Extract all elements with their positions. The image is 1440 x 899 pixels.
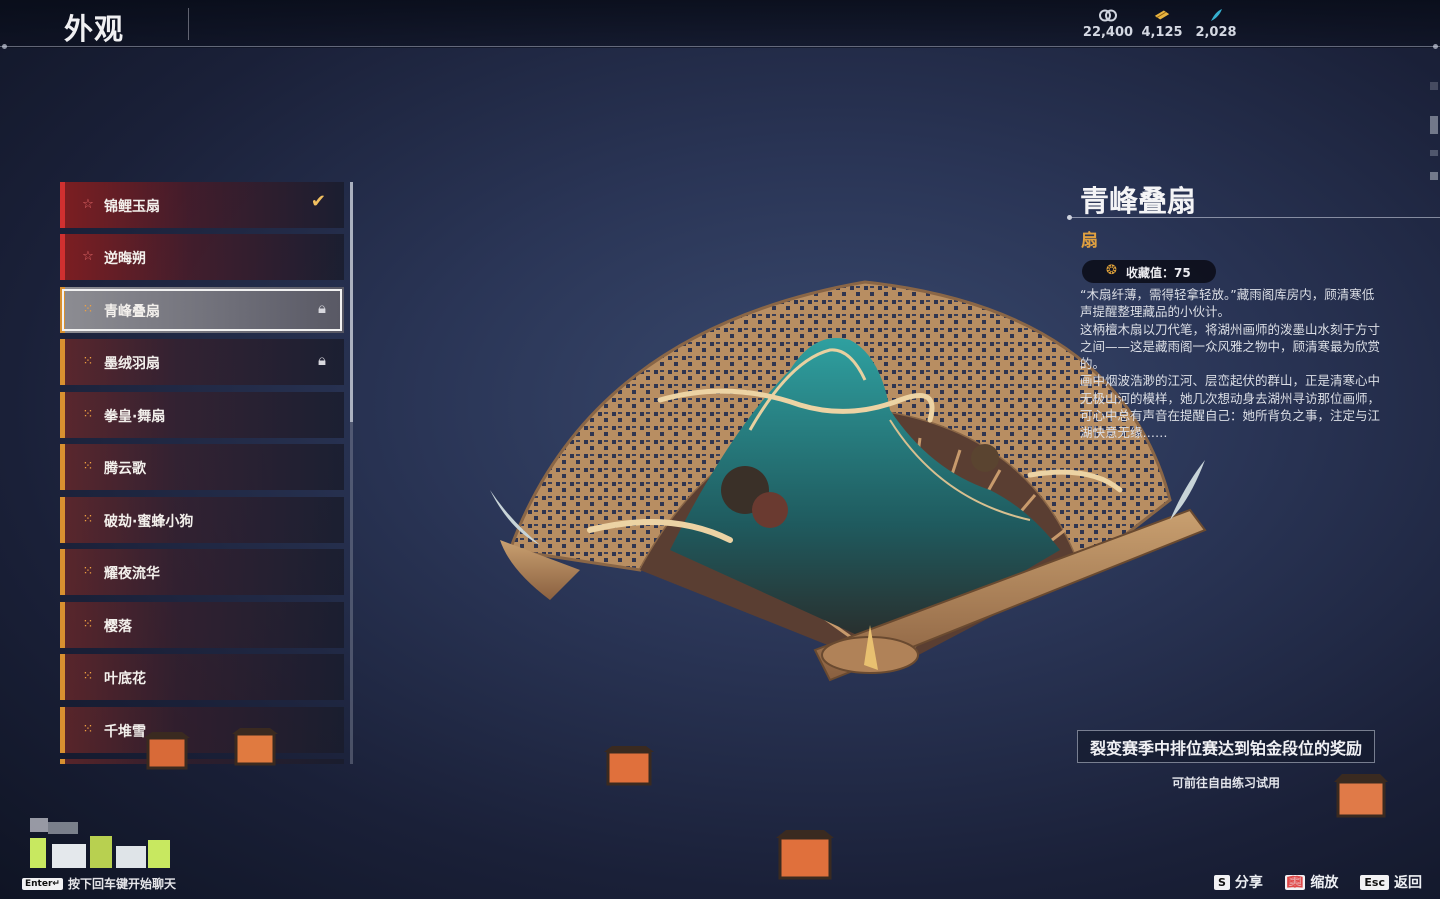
item-label: 耀夜流华 bbox=[104, 566, 160, 582]
lantern-icon bbox=[144, 732, 190, 770]
currency-value: 4,125 bbox=[1141, 25, 1183, 40]
lantern-icon bbox=[232, 728, 278, 766]
trial-hint: 可前往自由练习试用 bbox=[1171, 776, 1280, 790]
rarity-icon: ⁙ bbox=[82, 563, 94, 579]
rarity-icon: ⁙ bbox=[82, 301, 94, 317]
side-marker bbox=[1430, 172, 1438, 180]
key-s: S bbox=[1213, 874, 1230, 890]
title-divider bbox=[188, 8, 189, 40]
chat-hint-text: 按下回车键开始聊天 bbox=[67, 877, 176, 891]
check-icon: ✔ bbox=[310, 191, 326, 212]
list-item[interactable]: ⁙ 耀夜流华 bbox=[60, 549, 344, 595]
rarity-icon: ⁙ bbox=[82, 406, 94, 422]
item-label: 樱落 bbox=[104, 619, 132, 635]
scrollbar-thumb[interactable] bbox=[350, 182, 353, 422]
side-marker bbox=[1430, 150, 1438, 156]
coin-icon bbox=[1099, 8, 1117, 22]
star-icon: ☆ bbox=[82, 248, 94, 264]
rarity-icon: ⁙ bbox=[82, 353, 94, 369]
enter-key: Enter↵ bbox=[22, 877, 63, 890]
lock-icon: 🔒︎ bbox=[318, 299, 326, 317]
collection-value-badge: ❂ 收藏值：75 bbox=[1082, 260, 1216, 283]
star-icon: ☆ bbox=[82, 196, 94, 212]
back-button[interactable]: Esc 返回 bbox=[1360, 872, 1422, 892]
item-label: 锦鲤玉扇 bbox=[104, 199, 160, 215]
name-divider bbox=[1067, 215, 1440, 220]
lantern-icon bbox=[604, 746, 654, 786]
list-scrollbar[interactable] bbox=[350, 182, 353, 764]
list-item[interactable]: ⁙ 樱落 bbox=[60, 602, 344, 648]
list-item-selected[interactable]: ⁙ 青峰叠扇 🔒︎ bbox=[60, 287, 344, 333]
item-name: 青峰叠扇 bbox=[1080, 184, 1197, 218]
feather-icon bbox=[1207, 8, 1225, 22]
appearance-list: ☆ 锦鲤玉扇 ✔ ☆ 逆晦朔 ⁙ 青峰叠扇 🔒︎ ⁙ 墨绒羽扇 🔒︎ ⁙ 拳皇·… bbox=[60, 182, 346, 764]
list-item[interactable]: ⁙ 腾云歌 bbox=[60, 444, 344, 490]
description-paragraph: “木扇纤薄，需得轻拿轻放。”藏雨阁库房内，顾清寒低声提醒整理藏品的小伙计。 bbox=[1080, 287, 1375, 320]
action-bar: S 分享 📖︎ 缩放 Esc 返回 bbox=[1213, 872, 1422, 892]
list-item[interactable]: ⁙ 破劫·蜜蜂小狗 bbox=[60, 497, 344, 543]
currency-ticket: 4,125 bbox=[1132, 8, 1192, 40]
item-label: 青峰叠扇 bbox=[104, 304, 160, 320]
item-description: “木扇纤薄，需得轻拿轻放。”藏雨阁库房内，顾清寒低声提醒整理藏品的小伙计。 这柄… bbox=[1080, 286, 1380, 442]
list-item[interactable] bbox=[60, 759, 344, 764]
key-esc: Esc bbox=[1360, 874, 1389, 890]
item-label: 破劫·蜜蜂小狗 bbox=[104, 514, 194, 530]
rarity-icon: ⁙ bbox=[82, 511, 94, 527]
list-item[interactable]: ⁙ 叶底花 bbox=[60, 654, 344, 700]
lock-icon: 🔒︎ bbox=[318, 351, 326, 369]
list-item[interactable]: ⁙ 墨绒羽扇 🔒︎ bbox=[60, 339, 344, 385]
item-label: 逆晦朔 bbox=[104, 251, 146, 267]
rarity-icon: ⁙ bbox=[82, 668, 94, 684]
list-item[interactable]: ☆ 锦鲤玉扇 ✔ bbox=[60, 182, 344, 228]
rarity-icon: ⁙ bbox=[82, 721, 94, 737]
item-label: 墨绒羽扇 bbox=[104, 356, 160, 372]
list-item[interactable]: ☆ 逆晦朔 bbox=[60, 234, 344, 280]
back-label: 返回 bbox=[1394, 875, 1422, 891]
share-label: 分享 bbox=[1234, 875, 1263, 891]
page-title: 外观 bbox=[64, 12, 125, 46]
currency-feather: 2,028 bbox=[1186, 8, 1246, 40]
ticket-icon bbox=[1153, 8, 1171, 22]
header-rule bbox=[0, 44, 1440, 49]
zoom-label: 缩放 bbox=[1310, 875, 1339, 891]
description-paragraph: 这柄檀木扇以刀代笔，将湖州画师的泼墨山水刻于方寸之间——这是藏雨阁一众风雅之物中… bbox=[1080, 321, 1381, 372]
side-marker bbox=[1430, 116, 1438, 134]
list-item[interactable]: ⁙ 千堆雪 bbox=[60, 707, 344, 753]
rarity-icon: ⁙ bbox=[82, 458, 94, 474]
item-type: 扇 bbox=[1081, 231, 1098, 251]
currency-value: 2,028 bbox=[1195, 25, 1237, 40]
item-label: 叶底花 bbox=[104, 671, 146, 687]
top-bar: 外观 22,400 4,125 2,028 bbox=[0, 0, 1440, 49]
zoom-button[interactable]: 📖︎ 缩放 bbox=[1284, 872, 1339, 892]
currency-value: 22,400 bbox=[1082, 25, 1134, 40]
description-paragraph: 画中烟波浩渺的江河、层峦起伏的群山，正是清寒心中无极山河的模样，她几次想动身去湖… bbox=[1080, 373, 1381, 441]
item-label: 腾云歌 bbox=[104, 461, 146, 477]
list-item[interactable]: ⁙ 拳皇·舞扇 bbox=[60, 392, 344, 438]
currency-coin: 22,400 bbox=[1078, 8, 1138, 40]
share-button[interactable]: S 分享 bbox=[1213, 872, 1263, 892]
side-marker bbox=[1430, 82, 1438, 90]
rarity-icon: ⁙ bbox=[82, 616, 94, 632]
book-icon: 📖︎ bbox=[1284, 874, 1306, 890]
collection-icon: ❂ bbox=[1106, 263, 1117, 278]
chat-hint[interactable]: Enter↵ 按下回车键开始聊天 bbox=[22, 875, 176, 892]
unlock-requirement: 裂变赛季中排位赛达到铂金段位的奖励 bbox=[1077, 730, 1375, 763]
lantern-icon bbox=[776, 830, 834, 880]
collection-value: 收藏值：75 bbox=[1126, 266, 1191, 280]
item-label: 拳皇·舞扇 bbox=[104, 409, 166, 425]
chat-avatar-icon[interactable] bbox=[30, 818, 174, 872]
